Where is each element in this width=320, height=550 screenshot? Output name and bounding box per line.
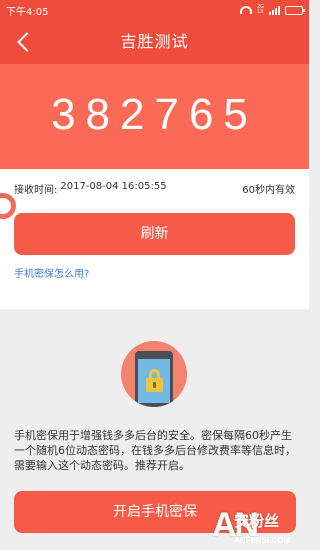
watermark-logo: AN 安粉丝 ANFENSI.COM [212,508,312,550]
nav-bar: 吉胜测试 [0,20,309,64]
signal-icon [269,5,280,15]
wifi-icon [239,6,252,14]
status-bar: 下午4:05 2G 1X [0,0,309,20]
feature-description: 手机密保用于增强钱多多后台的安全。密保每隔60秒产生一个随机6位动态密码，在钱多… [14,429,296,472]
watermark-url: ANFENSI.COM [234,536,290,545]
status-time: 下午4:05 [6,6,49,18]
watermark-name: 安粉丝 [234,512,280,530]
token-panel: 382765 [0,64,309,169]
token-info-card: 接收时间: 2017-08-04 16:05:55 60秒内有效 刷新 手机密保… [0,169,309,309]
phone-lock-icon [121,341,187,407]
battery-icon [285,5,305,15]
network-type: 2G 1X [256,4,264,15]
validity-text: 60秒内有效 [242,185,295,196]
received-label: 接收时间: [14,185,58,196]
help-link[interactable]: 手机密保怎么用? [14,265,89,280]
dynamic-code: 382765 [51,90,258,139]
status-icons: 2G 1X [239,4,305,15]
received-time: 2017-08-04 16:05:55 [60,181,167,192]
received-row: 接收时间: 2017-08-04 16:05:55 60秒内有效 [14,181,295,196]
page-title: 吉胜测试 [120,32,189,51]
refresh-button[interactable]: 刷新 [14,213,295,255]
